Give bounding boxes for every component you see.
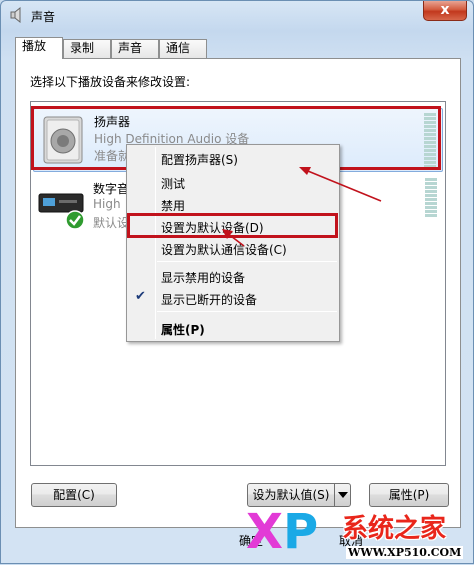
watermark-url: WWW.XP510.COM [346, 546, 464, 559]
sound-dialog: 声音 x 播放 录制 声音 通信 选择以下播放设备来修改设置: 扬声器 High… [0, 0, 474, 564]
dropdown-arrow-icon[interactable] [334, 484, 350, 506]
arrow-head [222, 229, 233, 239]
arrow-line [302, 168, 382, 202]
watermark: XP 系统之家 WWW.XP510.COM [246, 504, 474, 564]
configure-button[interactable]: 配置(C) [31, 483, 117, 507]
set-default-label: 设为默认值(S) [252, 488, 330, 502]
watermark-brand: 系统之家 [342, 514, 447, 544]
tab-playback[interactable]: 播放 [15, 37, 63, 59]
xp-logo: XP [246, 504, 319, 560]
annotation-arrows [222, 167, 382, 247]
